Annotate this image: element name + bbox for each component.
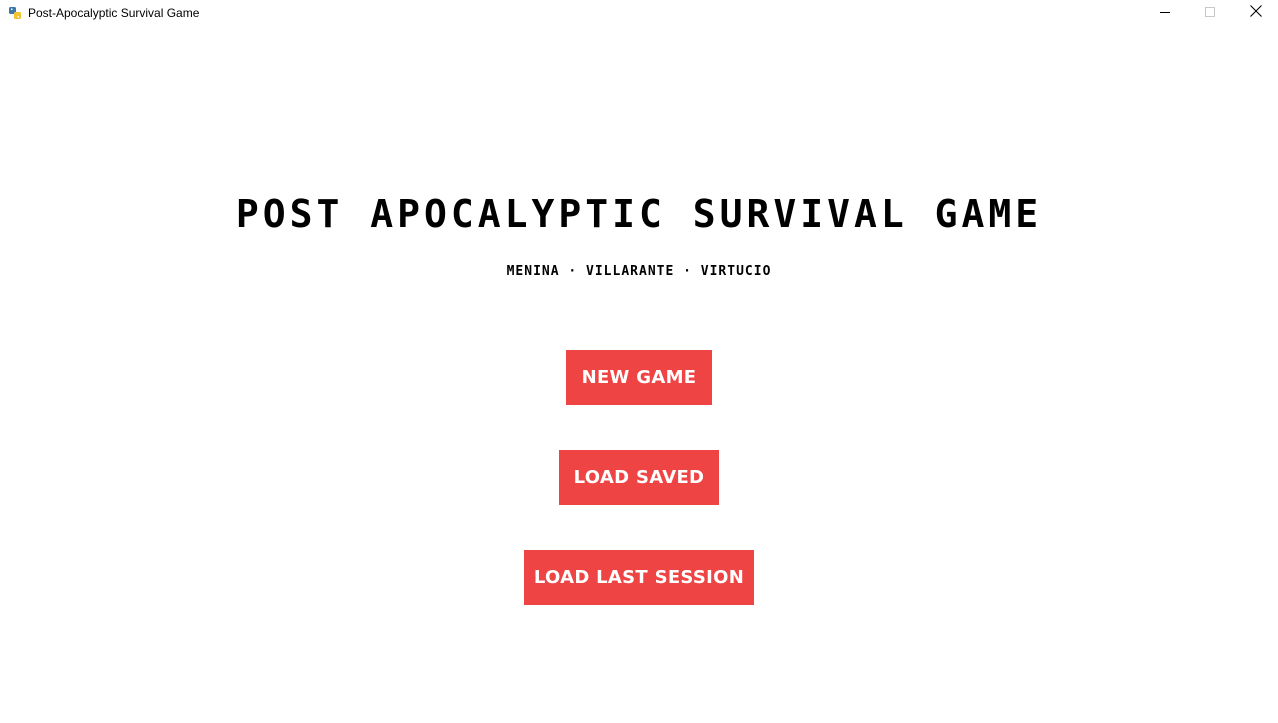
close-button[interactable] xyxy=(1233,0,1278,25)
load-saved-button[interactable]: LOAD SAVED xyxy=(559,450,719,505)
load-last-session-button[interactable]: LOAD LAST SESSION xyxy=(524,550,754,605)
credits-text: MENINA · VILLARANTE · VIRTUCIO xyxy=(506,264,772,279)
app-window: Post-Apocalyptic Survival Game POST APOC… xyxy=(0,0,1278,723)
new-game-button[interactable]: NEW GAME xyxy=(566,350,712,405)
title-bar[interactable]: Post-Apocalyptic Survival Game xyxy=(0,0,1278,25)
maximize-icon xyxy=(1205,4,1215,22)
close-icon xyxy=(1250,4,1262,22)
minimize-icon xyxy=(1160,4,1170,22)
minimize-button[interactable] xyxy=(1142,0,1188,25)
window-title: Post-Apocalyptic Survival Game xyxy=(28,6,200,20)
game-title: POST APOCALYPTIC SURVIVAL GAME xyxy=(235,192,1043,236)
python-icon xyxy=(8,6,22,20)
maximize-button[interactable] xyxy=(1187,0,1233,25)
